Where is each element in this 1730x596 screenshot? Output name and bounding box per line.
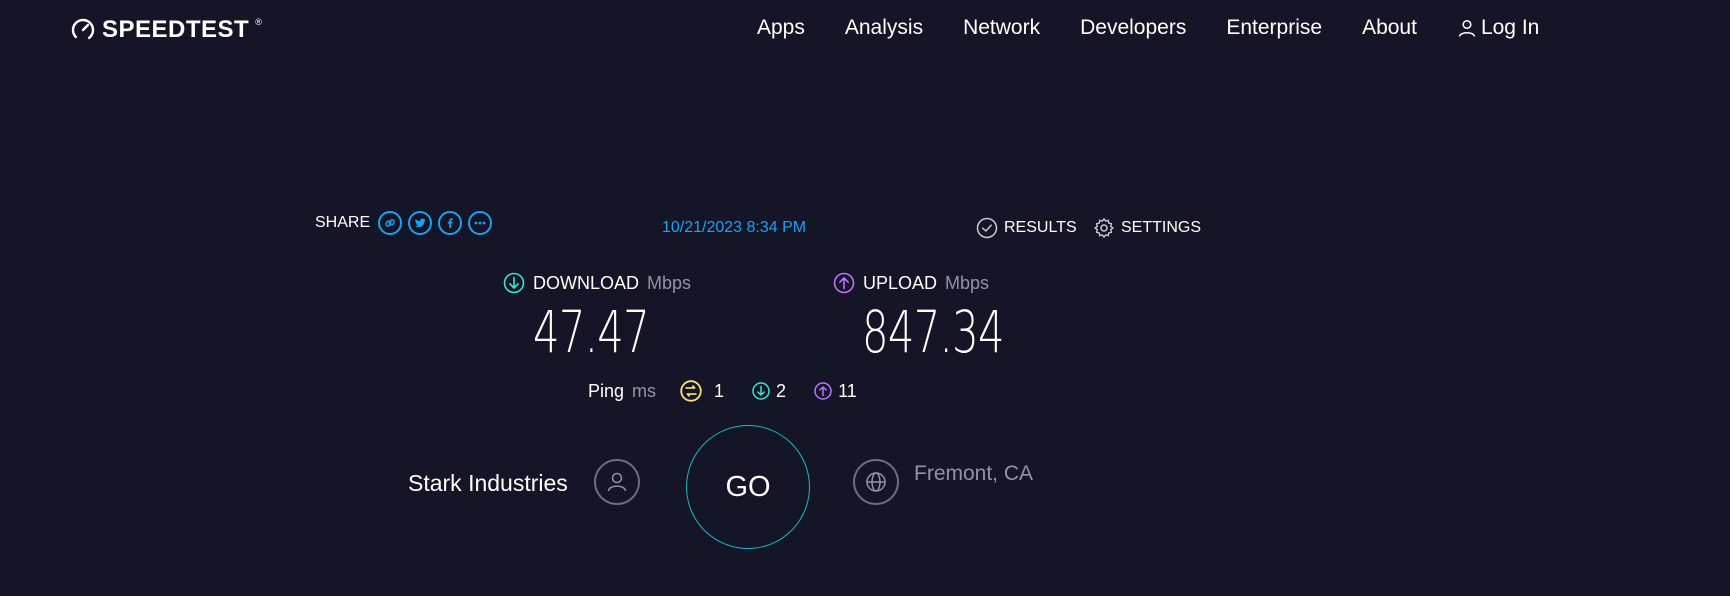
results-label: RESULTS <box>1004 219 1077 236</box>
logo-trademark: ® <box>255 17 263 27</box>
settings-button[interactable]: SETTINGS <box>1093 217 1201 239</box>
upload-unit: Mbps <box>945 272 990 293</box>
ping-upload[interactable]: 11 <box>814 381 857 402</box>
server-globe-button[interactable] <box>853 459 899 505</box>
speedtest-page: SPEEDTEST ® Apps Analysis Network Develop… <box>0 0 1730 596</box>
ping-unit: ms <box>632 380 657 401</box>
speedometer-icon <box>71 18 95 42</box>
logo-text: SPEEDTEST <box>102 16 250 43</box>
result-datetime-link[interactable]: 10/21/2023 8:34 PM <box>662 219 806 237</box>
gear-icon <box>1094 218 1114 238</box>
server-location[interactable]: Fremont, CA <box>914 462 1033 486</box>
ping-download-value: 2 <box>776 380 787 401</box>
isp-name: Stark Industries <box>408 470 568 496</box>
nav-about[interactable]: About <box>1362 16 1417 40</box>
upload-speed-value: 847.34 <box>862 298 1005 366</box>
download-header: DOWNLOAD Mbps <box>503 272 691 294</box>
nav-enterprise[interactable]: Enterprise <box>1226 16 1322 40</box>
download-speed-value: 47.47 <box>533 298 650 366</box>
more-icon[interactable] <box>468 211 493 235</box>
upload-latency-icon <box>814 382 832 400</box>
check-circle-icon <box>976 217 998 239</box>
results-button[interactable]: RESULTS <box>976 217 1077 239</box>
globe-icon <box>866 472 886 492</box>
nav-developers[interactable]: Developers <box>1080 16 1186 40</box>
login-link[interactable]: Log In <box>1457 16 1539 40</box>
user-icon <box>1458 19 1476 37</box>
download-arrow-icon <box>503 272 525 294</box>
idle-latency-icon <box>680 380 702 402</box>
nav-network[interactable]: Network <box>963 16 1040 40</box>
download-unit: Mbps <box>647 272 692 293</box>
facebook-icon[interactable] <box>438 211 463 235</box>
settings-label: SETTINGS <box>1121 219 1202 236</box>
main-nav: Apps Analysis Network Developers Enterpr… <box>757 16 1539 40</box>
ping-label: Ping <box>588 380 625 401</box>
ping-download[interactable]: 2 <box>752 381 786 402</box>
nav-analysis[interactable]: Analysis <box>845 16 923 40</box>
person-icon <box>607 472 627 492</box>
share-bar: SHARE <box>315 211 493 235</box>
upload-arrow-icon <box>833 272 855 294</box>
download-label: DOWNLOAD <box>533 272 640 293</box>
speedtest-logo[interactable]: SPEEDTEST ® <box>70 16 262 44</box>
isp-user-icon[interactable] <box>594 459 640 505</box>
upload-label: UPLOAD <box>863 272 938 293</box>
ping-row: Ping ms 1 2 11 <box>588 380 885 402</box>
nav-apps[interactable]: Apps <box>757 16 805 40</box>
share-label: SHARE <box>315 214 371 231</box>
download-latency-icon <box>752 382 770 400</box>
ping-idle[interactable]: 1 <box>680 380 724 402</box>
ping-upload-value: 11 <box>838 380 857 401</box>
login-label: Log In <box>1480 16 1540 39</box>
link-icon[interactable] <box>378 211 403 235</box>
ping-idle-value: 1 <box>714 380 725 401</box>
go-button[interactable]: GO <box>686 425 810 549</box>
upload-header: UPLOAD Mbps <box>833 272 989 294</box>
twitter-icon[interactable] <box>408 211 433 235</box>
